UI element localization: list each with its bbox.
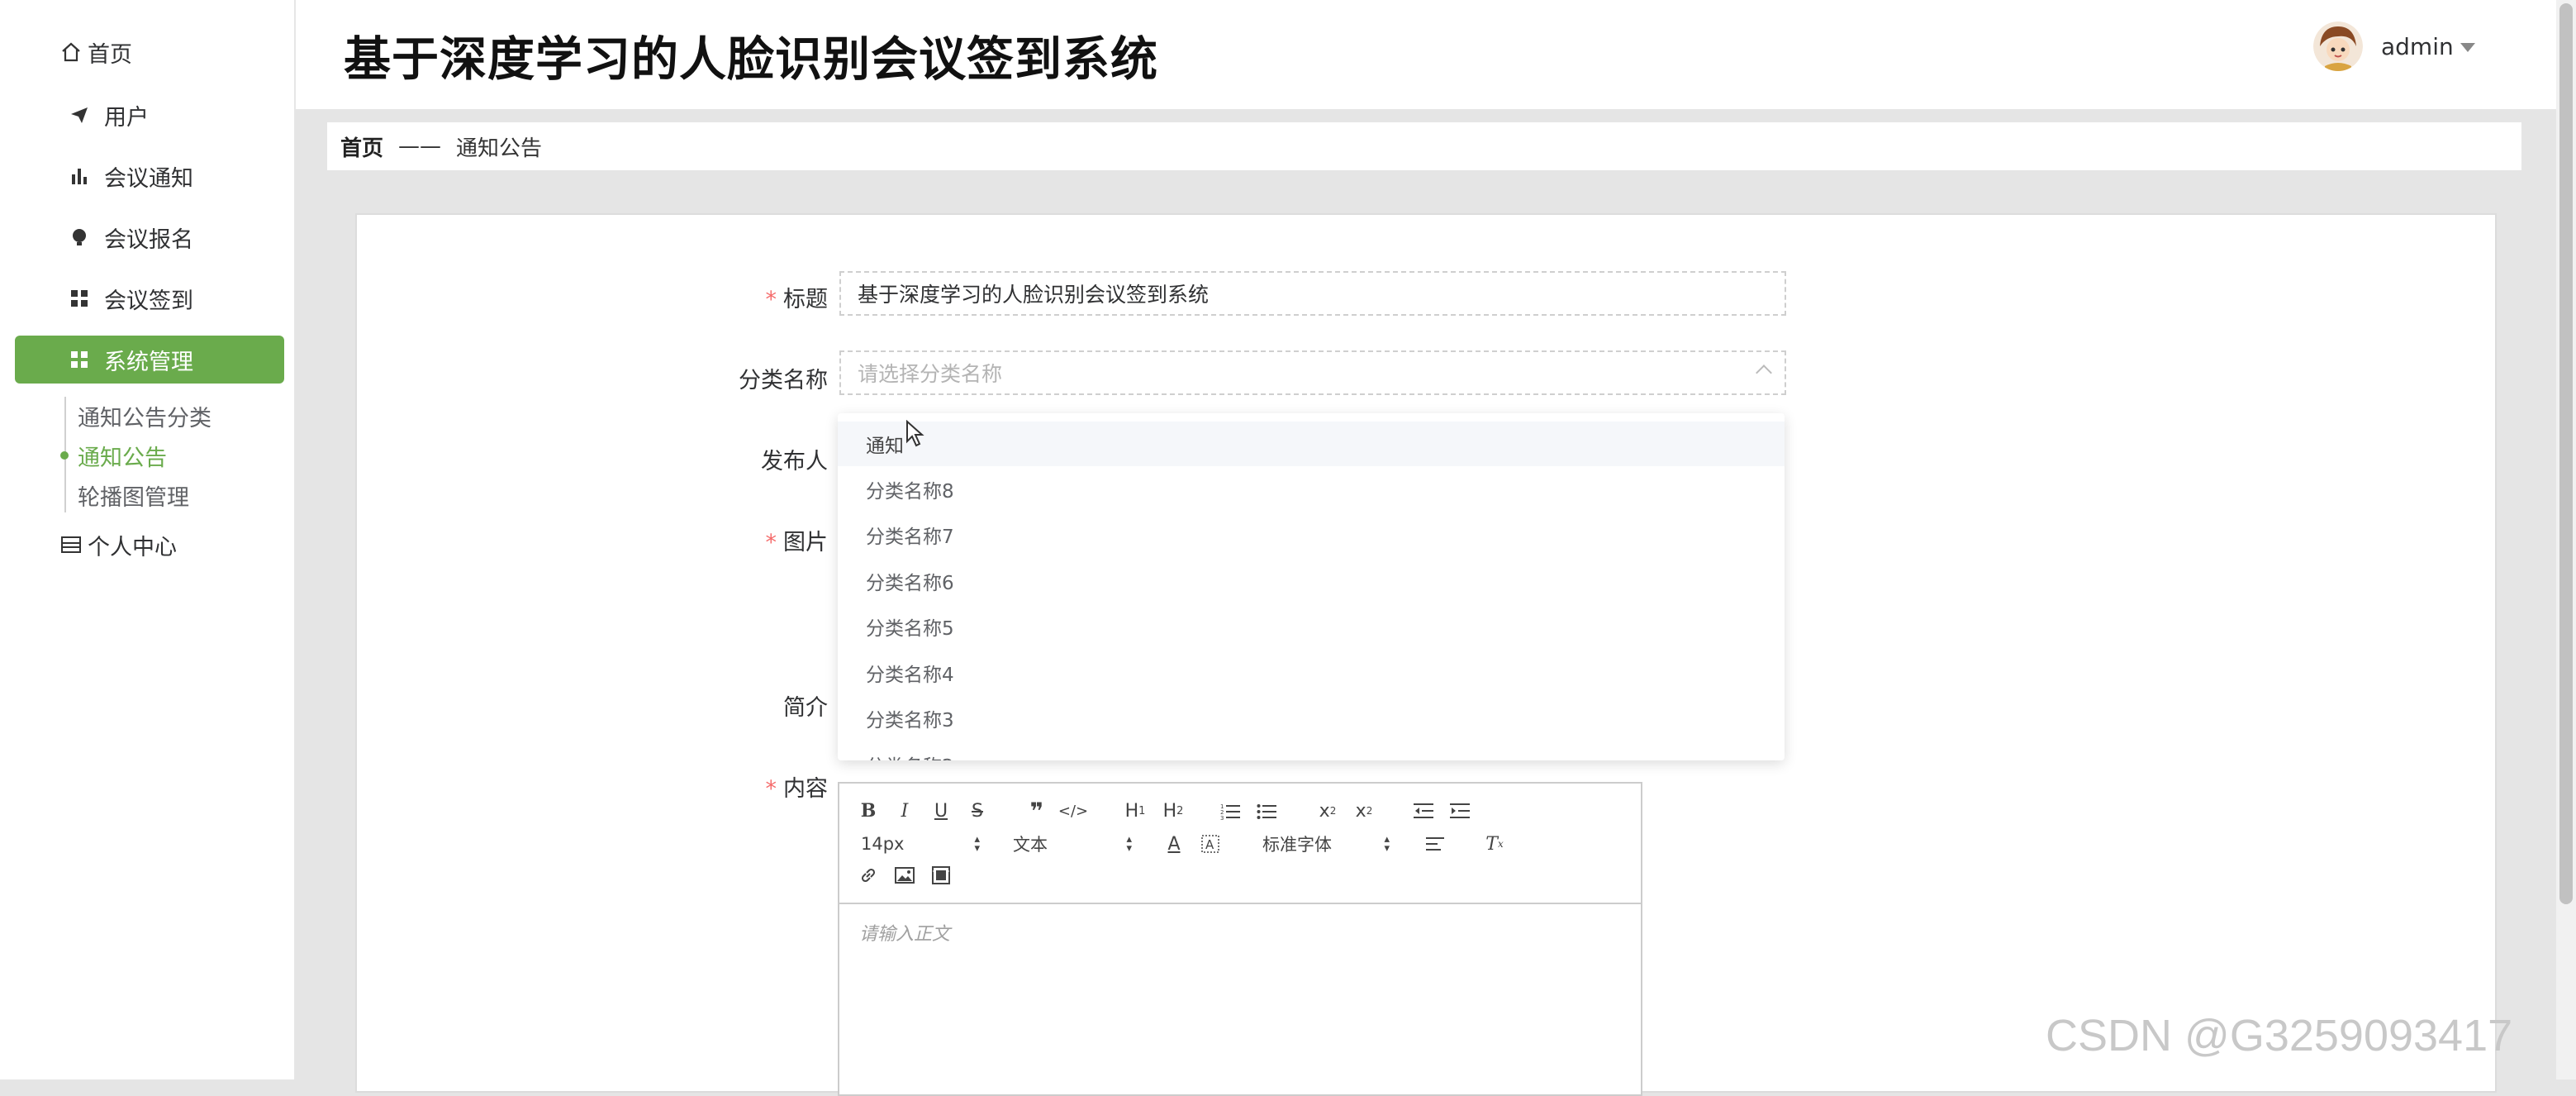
publisher-label: 发布人 xyxy=(761,449,828,474)
sidebar-item-label: 系统管理 xyxy=(104,349,193,375)
username-label[interactable]: admin xyxy=(2381,33,2454,60)
avatar[interactable] xyxy=(2313,21,2363,71)
sidebar: 首页 用户 会议通知 会议报名 会议签到 系统管理 通知公告分类 通知公告 轮播… xyxy=(0,0,296,1079)
dropdown-option[interactable]: 分类名称7 xyxy=(838,512,1785,557)
category-select[interactable]: 请选择分类名称 xyxy=(839,350,1786,395)
sidebar-item-label: 首页 xyxy=(88,41,132,68)
heading-1-icon[interactable]: H1 xyxy=(1119,797,1152,825)
sidebar-item-label: 会议签到 xyxy=(104,288,193,314)
ordered-list-icon[interactable]: 123 xyxy=(1216,797,1244,825)
image-label: * 图片 xyxy=(765,530,829,555)
superscript-icon[interactable]: x2 xyxy=(1350,797,1378,825)
page-title: 基于深度学习的人脸识别会议签到系统 xyxy=(344,32,1158,87)
editor-toolbar: B I U S ❞ </> H1 H2 123 x2 x2 14px ▴ ▾ 文本 ▴… xyxy=(839,784,1641,904)
required-mark: * xyxy=(765,776,777,802)
sidebar-item-system-management[interactable]: 系统管理 xyxy=(15,336,284,384)
outdent-icon[interactable] xyxy=(1409,797,1438,825)
updown-icon: ▴ ▾ xyxy=(974,833,980,855)
breadcrumb-current: 通知公告 xyxy=(456,136,543,161)
blockquote-icon[interactable]: ❞ xyxy=(1023,797,1051,825)
sidebar-item-label: 个人中心 xyxy=(88,534,177,560)
sidebar-item-label: 会议通知 xyxy=(104,165,193,192)
dropdown-option[interactable]: 分类名称8 xyxy=(838,467,1785,512)
send-icon xyxy=(66,102,93,128)
dropdown-option[interactable]: 通知 xyxy=(838,422,1785,466)
updown-icon: ▴ ▾ xyxy=(1384,833,1390,855)
sidebar-item-personal-center[interactable]: 个人中心 xyxy=(58,521,327,569)
active-dot-icon xyxy=(60,451,69,460)
clear-format-icon[interactable]: Tx xyxy=(1480,830,1509,858)
font-color-icon[interactable]: A xyxy=(1160,830,1188,858)
breadcrumb-separator: —— xyxy=(398,134,442,159)
sidebar-item-label: 会议报名 xyxy=(104,226,193,253)
font-family-select[interactable]: 标准字体 ▴ ▾ xyxy=(1262,830,1390,858)
sidebar-item-users[interactable]: 用户 xyxy=(15,91,284,139)
dropdown-option[interactable]: 分类名称2 xyxy=(838,742,1785,760)
dropdown-option[interactable]: 分类名称5 xyxy=(838,604,1785,649)
indent-icon[interactable] xyxy=(1446,797,1474,825)
breadcrumb: 首页 —— 通知公告 xyxy=(327,122,2521,170)
align-left-icon[interactable] xyxy=(1421,830,1449,858)
bulb-icon xyxy=(66,224,93,250)
chevron-up-icon xyxy=(1756,365,1772,381)
link-icon[interactable] xyxy=(854,861,882,889)
submenu-item-notice[interactable]: 通知公告 xyxy=(78,440,167,472)
strikethrough-icon[interactable]: S xyxy=(963,797,991,825)
submenu-item-carousel[interactable]: 轮播图管理 xyxy=(78,479,189,512)
bold-icon[interactable]: B xyxy=(854,797,882,825)
caret-down-icon[interactable] xyxy=(2460,43,2475,52)
required-mark: * xyxy=(765,530,777,555)
dropdown-option[interactable]: 分类名称6 xyxy=(838,559,1785,603)
sidebar-item-meeting-checkin[interactable]: 会议签到 xyxy=(15,274,284,322)
italic-icon[interactable]: I xyxy=(891,797,919,825)
dropdown-option[interactable]: 分类名称3 xyxy=(838,696,1785,741)
paragraph-select[interactable]: 文本 ▴ ▾ xyxy=(1013,830,1132,858)
scrollbar[interactable] xyxy=(2556,0,2576,1079)
svg-text:3: 3 xyxy=(1220,815,1224,820)
video-icon[interactable] xyxy=(927,861,955,889)
bar-chart-icon xyxy=(66,163,93,189)
content-editor[interactable]: B I U S ❞ </> H1 H2 123 x2 x2 14px ▴ ▾ 文本 ▴… xyxy=(838,782,1642,1096)
heading-2-icon[interactable]: H2 xyxy=(1157,797,1190,825)
watermark: CSDN @G3259093417 xyxy=(2046,1011,2513,1060)
submenu-item-notice-category[interactable]: 通知公告分类 xyxy=(78,400,211,432)
title-label: * 标题 xyxy=(765,287,829,312)
sidebar-item-label: 用户 xyxy=(104,104,149,131)
category-dropdown: 通知 分类名称8 分类名称7 分类名称6 分类名称5 分类名称4 分类名称3 分… xyxy=(838,413,1785,760)
title-input[interactable]: 基于深度学习的人脸识别会议签到系统 xyxy=(839,271,1786,316)
intro-label: 简介 xyxy=(783,695,828,721)
mouse-cursor-icon xyxy=(905,419,925,451)
image-icon[interactable] xyxy=(891,861,919,889)
updown-icon: ▴ ▾ xyxy=(1126,833,1132,855)
scrollbar-thumb[interactable] xyxy=(2559,3,2573,904)
category-label: 分类名称 xyxy=(739,368,828,393)
font-size-select[interactable]: 14px ▴ ▾ xyxy=(861,830,980,858)
sidebar-item-meeting-signup[interactable]: 会议报名 xyxy=(15,213,284,261)
top-header: 基于深度学习的人脸识别会议签到系统 admin xyxy=(296,0,2556,109)
editor-placeholder: 请输入正文 xyxy=(859,924,951,945)
sidebar-item-meeting-notice[interactable]: 会议通知 xyxy=(15,152,284,200)
home-icon xyxy=(58,39,84,65)
dropdown-option[interactable]: 分类名称4 xyxy=(838,650,1785,695)
card-icon xyxy=(58,531,84,558)
grid-icon xyxy=(66,285,93,312)
breadcrumb-home[interactable]: 首页 xyxy=(340,131,383,162)
required-mark: * xyxy=(765,287,777,312)
grid-icon xyxy=(66,346,93,373)
submenu-tree: 通知公告分类 通知公告 轮播图管理 xyxy=(60,397,281,512)
svg-text:A: A xyxy=(1205,837,1214,852)
code-block-icon[interactable]: </> xyxy=(1058,797,1088,825)
sidebar-item-home[interactable]: 首页 xyxy=(58,28,327,76)
subscript-icon[interactable]: x2 xyxy=(1314,797,1342,825)
underline-icon[interactable]: U xyxy=(927,797,955,825)
bullet-list-icon[interactable] xyxy=(1252,797,1281,825)
background-color-icon[interactable]: A xyxy=(1196,830,1224,858)
content-label: * 内容 xyxy=(765,776,829,802)
